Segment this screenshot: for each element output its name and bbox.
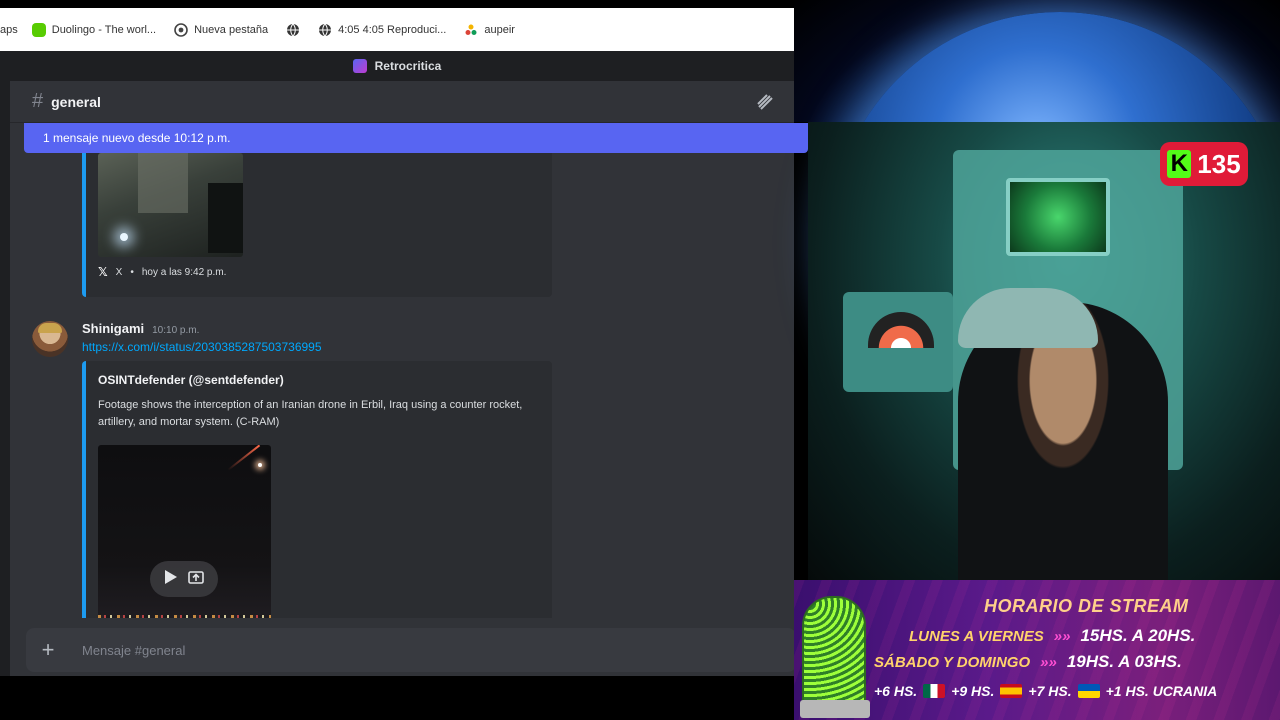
embed-description: Footage shows the interception of an Ira…: [98, 399, 523, 428]
channel-header: # general: [10, 81, 794, 123]
message-header: Shinigami 10:10 p.m.: [82, 321, 199, 336]
add-attachment-icon[interactable]: +: [26, 637, 70, 663]
embed-author[interactable]: OSINTdefender (@sentdefender): [98, 373, 284, 387]
threads-icon[interactable]: [756, 93, 774, 111]
spain-flag-icon: [1000, 684, 1023, 698]
open-external-icon[interactable]: [188, 570, 204, 589]
x-logo-icon: 𝕏: [98, 265, 108, 279]
composer-box: +: [26, 628, 796, 672]
aupeir-icon: [464, 23, 478, 37]
bottom-strip: [0, 676, 794, 720]
message-list[interactable]: 𝕏 X • hoy a las 9:42 p.m. Shinigami 10:1…: [10, 153, 794, 618]
viewer-count: 135: [1197, 148, 1241, 179]
timezone-row: +6 HS. +9 HS. +7 HS. +1 HS. UCRANIA: [874, 683, 1217, 699]
embed-source: X: [115, 266, 123, 278]
play-icon[interactable]: [164, 569, 178, 590]
embed-video[interactable]: [98, 445, 271, 618]
kick-logo-icon: K: [1167, 150, 1192, 178]
bookmark-globe[interactable]: [286, 23, 300, 37]
bookmark-label: Nueva pestaña: [194, 23, 269, 36]
bookmark-label: Duolingo - The worl...: [51, 23, 157, 36]
schedule-time: 15HS. A 20HS.: [1080, 626, 1196, 645]
bookmark-apps[interactable]: aps: [0, 24, 18, 36]
title-bar: Retrocritica: [0, 51, 794, 81]
globe-icon: [318, 23, 332, 37]
radar-screen: [1006, 178, 1110, 256]
pot-icon: [800, 700, 870, 718]
channel-name: general: [51, 93, 101, 110]
double-chevron-icon: »»: [1040, 654, 1057, 671]
screen: aps Duolingo - The worl... Nueva pestaña…: [0, 0, 1280, 720]
cactus-icon: [802, 596, 866, 714]
timezone-offset: +7 HS.: [1028, 683, 1072, 699]
channel-view: # general 𝕏 X • hoy a las 9:42 p.m. Shin…: [10, 81, 808, 676]
bookmark-label: 4:05 4:05 Reproduci...: [338, 23, 447, 36]
dot-separator: •: [130, 266, 134, 278]
webcam-feed: [808, 122, 1280, 580]
timezone-offset: +1 HS. UCRANIA: [1105, 683, 1218, 699]
schedule-row: SÁBADO Y DOMINGO »» 19HS. A 03HS.: [874, 652, 1182, 672]
schedule-row: LUNES A VIERNES »» 15HS. A 20HS.: [909, 626, 1195, 646]
timestamp: 10:10 p.m.: [152, 325, 200, 336]
mexico-flag-icon: [923, 684, 946, 698]
banner-text: 1 mensaje nuevo desde 10:12 p.m.: [43, 131, 231, 145]
bookmark-reproduction[interactable]: 4:05 4:05 Reproduci...: [318, 23, 446, 37]
message-link[interactable]: https://x.com/i/status/20303852875037369…: [82, 340, 322, 354]
bookmark-aupeir[interactable]: aupeir: [464, 23, 515, 37]
schedule-time: 19HS. A 03HS.: [1066, 652, 1182, 671]
embed-image[interactable]: [98, 153, 243, 257]
server-rail: [0, 81, 10, 676]
bookmarks-bar: aps Duolingo - The worl... Nueva pestaña…: [0, 8, 794, 51]
discord-window: Retrocritica # general 𝕏 X • hoy a las 9…: [0, 51, 808, 676]
new-messages-banner[interactable]: 1 mensaje nuevo desde 10:12 p.m.: [24, 123, 808, 153]
chrome-icon: [174, 22, 188, 37]
stream-schedule: HORARIO DE STREAM LUNES A VIERNES »» 15HS.…: [794, 580, 1280, 720]
timezone-offset: +9 HS.: [951, 683, 995, 699]
video-controls[interactable]: [150, 561, 218, 597]
hash-icon: #: [32, 90, 44, 112]
server-icon: [352, 59, 367, 73]
bookmark-duolingo[interactable]: Duolingo - The worl...: [31, 22, 157, 37]
kick-viewer-badge: K 135: [1160, 142, 1248, 186]
link-embed: 𝕏 X • hoy a las 9:42 p.m.: [82, 153, 552, 297]
bookmark-label: aupeir: [484, 23, 515, 36]
tweet-embed: OSINTdefender (@sentdefender) Footage sh…: [82, 361, 552, 618]
globe-icon: [286, 23, 300, 37]
avatar[interactable]: [32, 321, 68, 357]
bookmark-new-tab[interactable]: Nueva pestaña: [174, 22, 269, 37]
schedule-days: LUNES A VIERNES: [909, 628, 1044, 645]
duolingo-icon: [31, 22, 46, 37]
timezone-offset: +6 HS.: [874, 683, 918, 699]
message-composer: +: [10, 618, 796, 676]
embed-time: hoy a las 9:42 p.m.: [141, 266, 227, 278]
embed-footer: 𝕏 X • hoy a las 9:42 p.m.: [98, 265, 226, 279]
schedule-days: SÁBADO Y DOMINGO: [874, 654, 1031, 671]
ukraine-flag-icon: [1077, 684, 1100, 698]
message-input[interactable]: [82, 642, 682, 658]
server-name: Retrocritica: [374, 59, 442, 73]
username[interactable]: Shinigami: [82, 321, 144, 336]
bookmark-label: aps: [0, 23, 18, 36]
double-chevron-icon: »»: [1053, 628, 1071, 645]
schedule-title: HORARIO DE STREAM: [984, 596, 1189, 616]
